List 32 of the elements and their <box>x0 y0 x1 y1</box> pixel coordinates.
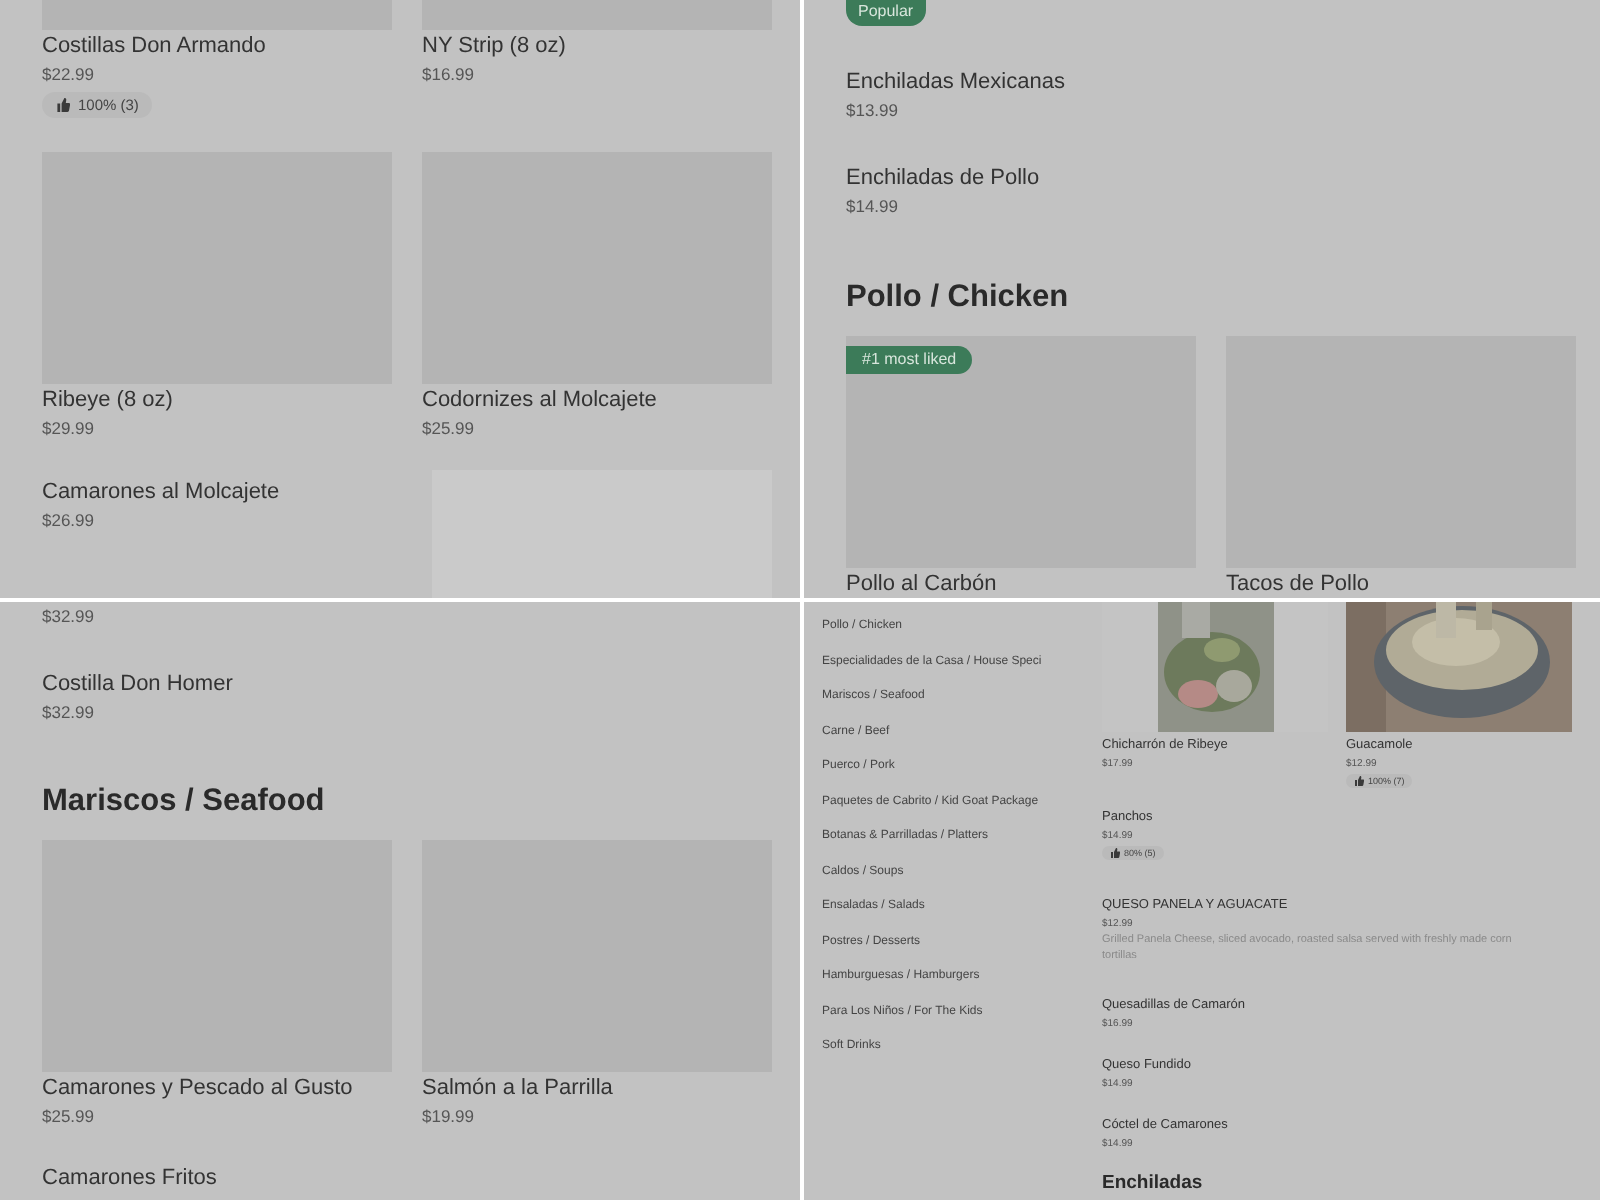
thumbs-up-icon <box>56 98 70 112</box>
item-price: $19.99 <box>422 1104 474 1130</box>
thumbs-up-icon <box>1110 848 1120 858</box>
item-name: Camarones y Pescado al Gusto <box>42 1074 353 1102</box>
item-name: Ribeye (8 oz) <box>42 386 173 414</box>
popular-badge: Popular <box>846 0 926 26</box>
item-name: Enchiladas Mexicanas <box>846 68 1065 96</box>
item-price: $16.99 <box>422 62 474 88</box>
item-price: $29.99 <box>42 416 94 442</box>
item-price: $26.99 <box>42 508 96 534</box>
thumbs-up-icon <box>1354 776 1364 786</box>
item-name: Salmón a la Parrilla <box>422 1074 613 1102</box>
item-price: $14.99 <box>846 194 900 220</box>
item-price: $32.99 <box>42 700 96 726</box>
item-price: $13.99 <box>846 98 900 124</box>
item-price: $25.99 <box>422 416 474 442</box>
item-name: NY Strip (8 oz) <box>422 32 566 60</box>
item-name: Enchiladas de Pollo <box>846 164 1040 192</box>
item-price: $22.99 <box>42 62 94 88</box>
item-name: Codornizes al Molcajete <box>422 386 657 414</box>
item-name: Costilla Don Homer <box>42 670 233 698</box>
item-name: Costillas Don Armando <box>42 32 266 60</box>
section-heading: Mariscos / Seafood <box>42 782 327 822</box>
item-name: Pollo al Carbón <box>846 570 997 598</box>
item-price: $32.99 <box>42 604 96 630</box>
item-name: Camarones al Molcajete <box>42 478 280 506</box>
section-heading: Pollo / Chicken <box>846 278 1071 318</box>
item-name: Tacos de Pollo <box>1226 570 1370 598</box>
item-name: Camarones Fritos <box>42 1164 217 1192</box>
item-price: $25.99 <box>42 1104 94 1130</box>
most-liked-badge: #1 most liked <box>846 346 973 374</box>
section-heading: Enchiladas <box>1102 1172 1205 1194</box>
